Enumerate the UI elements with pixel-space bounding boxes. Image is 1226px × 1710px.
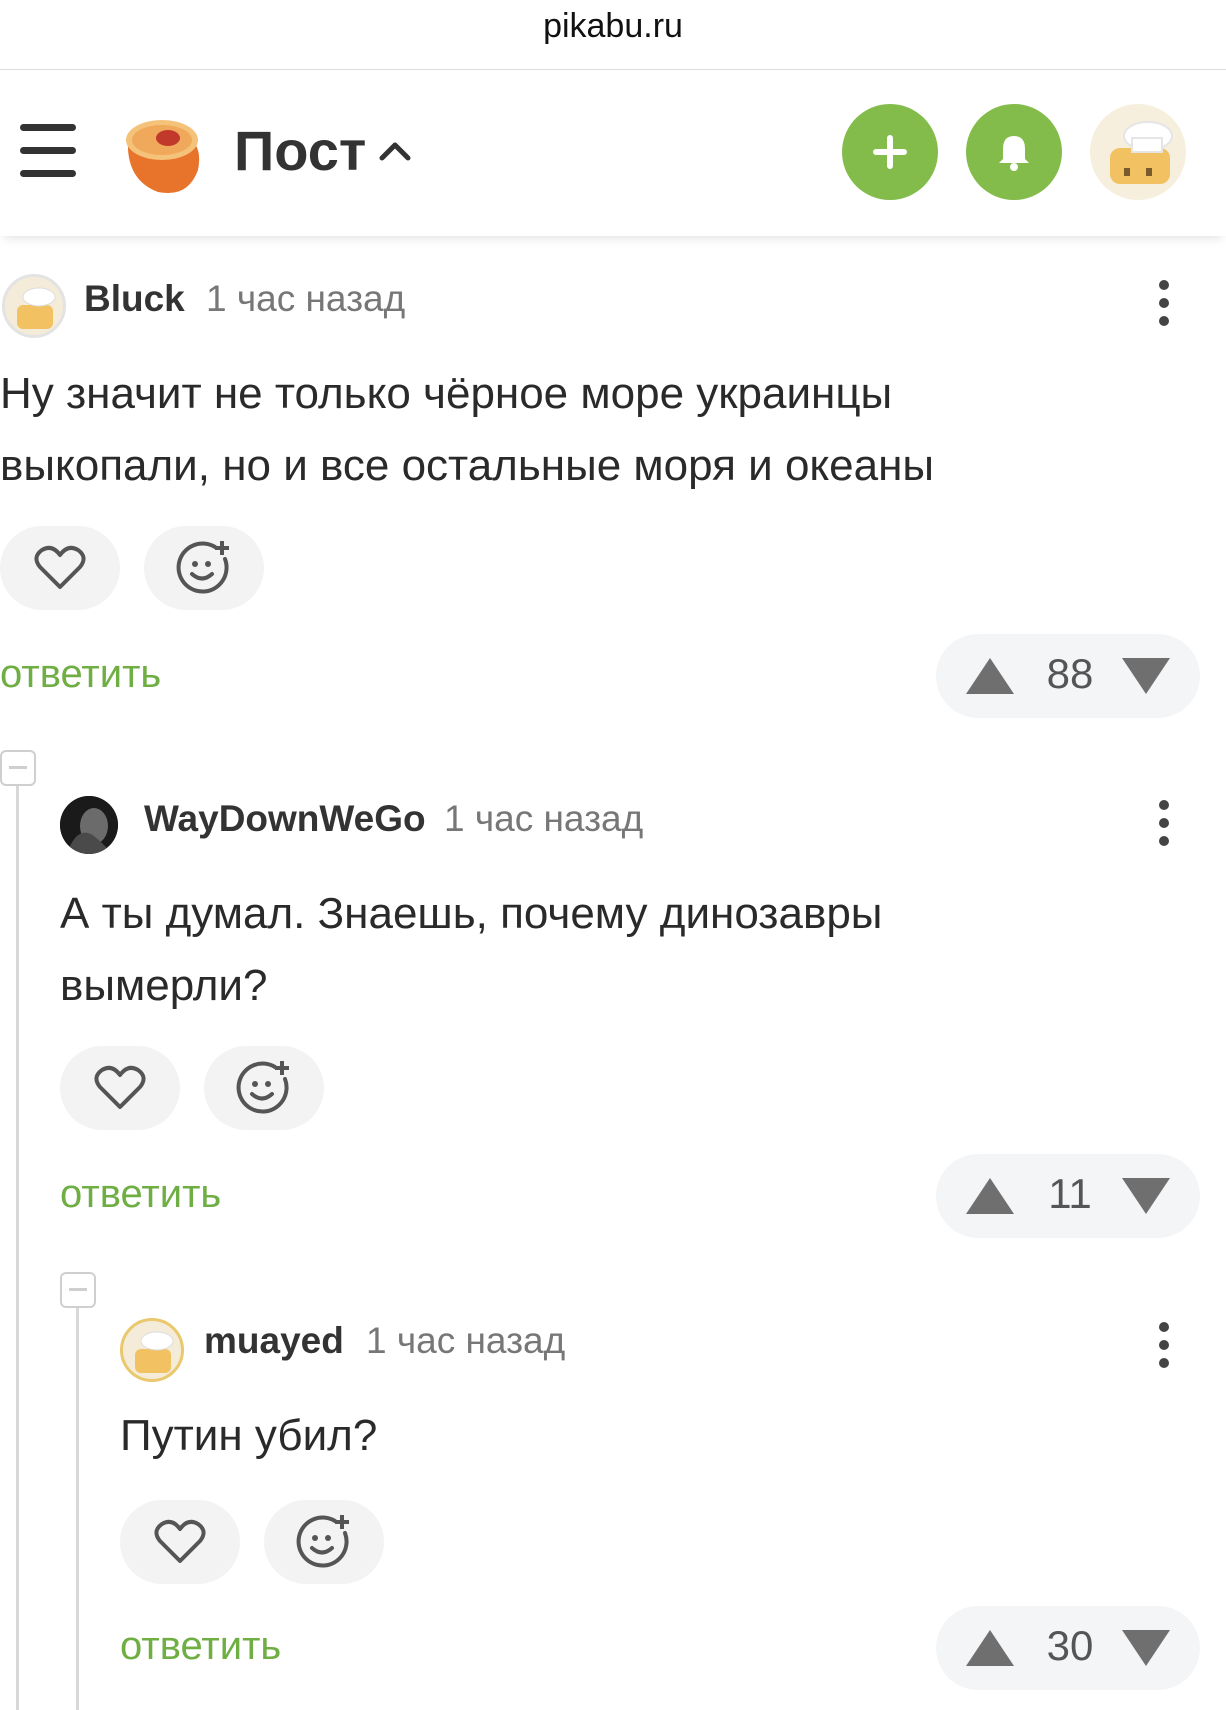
reply-link[interactable]: ответить: [0, 652, 161, 697]
thread-line[interactable]: [16, 770, 19, 1710]
upvote-icon[interactable]: [964, 656, 1016, 696]
timestamp[interactable]: 1 час назад: [444, 798, 643, 840]
rating-count: 11: [1048, 1170, 1092, 1217]
username[interactable]: Bluck: [84, 278, 185, 320]
heart-icon: [154, 1519, 206, 1563]
add-post-button[interactable]: [842, 104, 938, 200]
thread-line[interactable]: [76, 1290, 79, 1710]
plus-icon: [873, 135, 907, 169]
avatar-image: [135, 1331, 174, 1373]
avatar[interactable]: [120, 1318, 184, 1382]
like-button[interactable]: [60, 1046, 180, 1130]
page-title: Пост: [234, 119, 367, 182]
pikabu-logo[interactable]: [118, 110, 206, 198]
avatar[interactable]: [2, 274, 66, 338]
avatar-image: [1110, 121, 1173, 184]
timestamp[interactable]: 1 час назад: [366, 1320, 565, 1362]
notifications-button[interactable]: [966, 104, 1062, 200]
add-reaction-button[interactable]: [144, 526, 264, 610]
more-options-icon[interactable]: [1154, 800, 1174, 850]
menu-icon[interactable]: [20, 124, 78, 178]
rating-control: 88: [936, 634, 1200, 718]
avatar-image: [17, 287, 56, 329]
collapse-thread-button[interactable]: [0, 750, 36, 786]
like-button[interactable]: [0, 526, 120, 610]
smiley-add-icon: [296, 1515, 349, 1568]
reply-link[interactable]: ответить: [60, 1172, 221, 1217]
site-header: Пост: [0, 70, 1226, 236]
downvote-icon[interactable]: [1120, 1176, 1172, 1216]
timestamp[interactable]: 1 час назад: [206, 278, 405, 320]
username[interactable]: WayDownWeGo: [144, 798, 426, 840]
more-options-icon[interactable]: [1154, 1322, 1174, 1372]
comment: muayed 1 час назад Путин убил? ответить …: [120, 1282, 1226, 1708]
chevron-up-icon[interactable]: [378, 140, 412, 162]
comment-text: А ты думал. Знаешь, почему динозавры вым…: [60, 889, 883, 1010]
like-button[interactable]: [120, 1500, 240, 1584]
add-reaction-button[interactable]: [264, 1500, 384, 1584]
rating-count: 88: [1046, 650, 1094, 697]
heart-icon: [94, 1065, 146, 1109]
add-reaction-button[interactable]: [204, 1046, 324, 1130]
heart-icon: [34, 545, 86, 589]
upvote-icon[interactable]: [964, 1176, 1016, 1216]
user-avatar[interactable]: [1090, 104, 1186, 200]
smiley-add-icon: [236, 1061, 289, 1114]
downvote-icon[interactable]: [1120, 656, 1172, 696]
smiley-add-icon: [176, 541, 229, 594]
rating-count: 30: [1046, 1622, 1094, 1669]
upvote-icon[interactable]: [964, 1628, 1016, 1668]
rating-control: 30: [936, 1606, 1200, 1690]
avatar-image: [60, 796, 118, 854]
comment-text: Путин убил?: [120, 1411, 378, 1460]
rating-control: 11: [936, 1154, 1200, 1238]
username[interactable]: muayed: [204, 1320, 344, 1362]
collapse-thread-button[interactable]: [60, 1272, 96, 1308]
avatar[interactable]: [60, 796, 118, 854]
more-options-icon[interactable]: [1154, 280, 1174, 330]
comment-text: Ну значит не только чёрное море украинцы…: [0, 369, 935, 490]
reply-link[interactable]: ответить: [120, 1624, 281, 1669]
comment: Bluck 1 час назад Ну значит не только чё…: [0, 240, 1226, 730]
comment: WayDownWeGo 1 час назад А ты думал. Знае…: [60, 760, 1226, 1250]
address-bar[interactable]: pikabu.ru: [0, 0, 1226, 70]
url-text: pikabu.ru: [543, 7, 683, 45]
downvote-icon[interactable]: [1120, 1628, 1172, 1668]
bell-icon: [999, 136, 1029, 171]
